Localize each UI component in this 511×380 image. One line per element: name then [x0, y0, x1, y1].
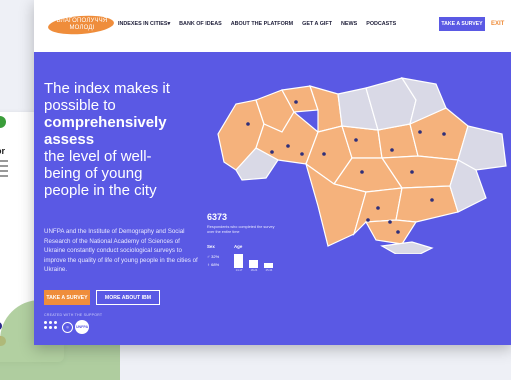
respondents-count: 6373: [207, 212, 228, 222]
nav-podcasts[interactable]: PODCASTS: [366, 21, 396, 27]
headline-line-bold: comprehensively: [44, 114, 167, 131]
city-marker: [300, 152, 304, 156]
nav-about-platform[interactable]: ABOUT THE PLATFORM: [231, 21, 293, 27]
city-marker: [388, 220, 392, 224]
age-distribution: 14-17 18-24 25-34: [234, 252, 282, 272]
background-card-lines: [0, 160, 10, 180]
hero-description: UNFPA and the Institute of Demography an…: [44, 228, 198, 274]
headline-line: possible to: [44, 97, 116, 114]
logo-text: БЛАГОПОЛУЧЧЯ МОЛОДІ: [56, 18, 108, 31]
region-kherson: [365, 219, 418, 245]
partner-dots-logo-icon: [44, 321, 60, 333]
exit-link[interactable]: EXIT: [491, 21, 504, 27]
partner-circle-logo-icon: ◎: [62, 321, 73, 333]
city-marker: [366, 218, 370, 222]
nav-bank-of-ideas[interactable]: BANK OF IDEAS: [179, 21, 222, 27]
website-frame: БЛАГОПОЛУЧЧЯ МОЛОДІ INDEXES IN CITIES▾ B…: [34, 0, 511, 345]
headline-line-bold: assess: [44, 131, 95, 148]
female-share: ♀ 68%: [207, 262, 220, 267]
headline-line: The index makes it: [44, 80, 170, 97]
nav-get-a-gift[interactable]: GET A GIFT: [302, 21, 332, 27]
age-bar-label: 25-34: [265, 269, 273, 272]
take-survey-header-button[interactable]: TAKE A SURVEY: [439, 17, 485, 31]
headline-line: being of young: [44, 165, 143, 182]
take-survey-button[interactable]: TAKE A SURVEY: [44, 290, 90, 305]
sex-label: Sex: [207, 244, 215, 249]
city-marker: [442, 132, 446, 136]
chevron-down-icon: ▾: [167, 21, 171, 27]
age-label: Age: [234, 244, 243, 249]
headline-line: people in the city: [44, 182, 157, 199]
city-marker: [376, 206, 380, 210]
age-bar: [264, 263, 273, 268]
region-crimea: [380, 241, 434, 254]
age-bar: [249, 260, 258, 268]
city-marker: [360, 170, 364, 174]
city-marker: [294, 100, 298, 104]
city-marker: [418, 130, 422, 134]
more-about-button[interactable]: MORE ABOUT IBM: [96, 290, 160, 305]
male-share: ♂ 32%: [207, 254, 220, 259]
city-marker: [286, 144, 290, 148]
city-marker: [270, 150, 274, 154]
region-zaporizhzhia: [395, 185, 459, 223]
partners-label: CREATED WITH THE SUPPORT: [44, 313, 103, 317]
nav-news[interactable]: NEWS: [341, 21, 357, 27]
city-marker: [246, 122, 250, 126]
green-dot-icon: [0, 116, 6, 128]
hero-headline: The index makes it possible to comprehen…: [44, 80, 204, 199]
background-card-text: or: [0, 146, 5, 156]
city-marker: [390, 148, 394, 152]
city-marker: [354, 138, 358, 142]
city-marker: [322, 152, 326, 156]
unfpa-logo: UNFPA: [75, 320, 89, 334]
city-marker: [396, 230, 400, 234]
city-marker: [410, 170, 414, 174]
nav-indexes-in-cities[interactable]: INDEXES IN CITIES▾: [118, 21, 170, 27]
age-bar: [234, 254, 243, 268]
respondents-caption: Respondents who completed the survey ove…: [207, 225, 275, 234]
age-bar-label: 14-17: [235, 269, 243, 272]
partner-logos: ◎ UNFPA: [44, 320, 89, 334]
city-marker: [430, 198, 434, 202]
site-header: БЛАГОПОЛУЧЧЯ МОЛОДІ INDEXES IN CITIES▾ B…: [34, 0, 511, 52]
site-logo[interactable]: БЛАГОПОЛУЧЧЯ МОЛОДІ: [47, 13, 116, 37]
headline-line: the level of well-: [44, 148, 152, 165]
main-nav: INDEXES IN CITIES▾ BANK OF IDEAS ABOUT T…: [118, 21, 396, 27]
age-bar-label: 18-24: [250, 269, 258, 272]
